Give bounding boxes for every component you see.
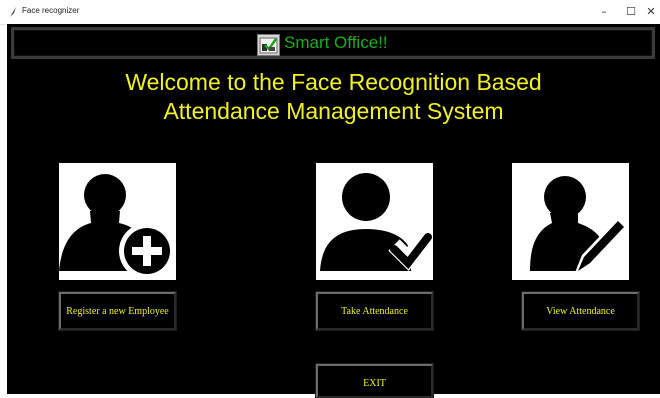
page-title-line-2: Attendance Management System xyxy=(163,98,504,124)
page-title: Welcome to the Face Recognition Based At… xyxy=(7,68,660,126)
user-edit-icon xyxy=(530,176,629,275)
office-checklist-icon xyxy=(257,34,280,56)
minimize-button[interactable]: – xyxy=(590,3,618,21)
register-employee-card xyxy=(59,163,176,280)
banner: Smart Office!! xyxy=(11,27,655,59)
register-employee-button[interactable]: Register a new Employee xyxy=(58,291,177,331)
close-button[interactable]: ✕ xyxy=(642,3,660,21)
exit-button[interactable]: EXIT xyxy=(315,363,434,398)
take-attendance-button[interactable]: Take Attendance xyxy=(315,291,434,331)
page-title-line-1: Welcome to the Face Recognition Based xyxy=(125,69,542,95)
feather-icon xyxy=(10,7,16,17)
window-titlebar: Face recognizer – ☐ ✕ xyxy=(0,0,660,25)
take-attendance-card xyxy=(316,163,433,280)
window-title: Face recognizer xyxy=(22,6,80,15)
view-attendance-card xyxy=(512,163,629,280)
user-add-icon xyxy=(59,174,175,279)
maximize-button[interactable]: ☐ xyxy=(617,3,645,21)
user-check-icon xyxy=(320,173,433,272)
view-attendance-button[interactable]: View Attendance xyxy=(521,291,640,331)
app-window: Smart Office!! Welcome to the Face Recog… xyxy=(7,24,660,398)
banner-title: Smart Office!! xyxy=(284,33,388,52)
